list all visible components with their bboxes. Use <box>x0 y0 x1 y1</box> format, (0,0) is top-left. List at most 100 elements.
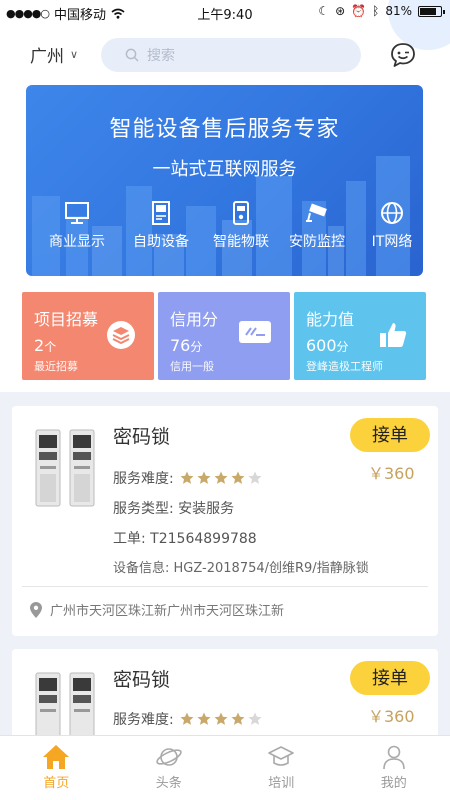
project-recruit-card[interactable]: 项目招募 2个 最近招募 <box>22 292 154 380</box>
category-label: 智能物联 <box>213 234 269 250</box>
card-value: 76分 <box>170 336 202 355</box>
orientation-lock-icon: ⊛ <box>335 4 346 18</box>
bluetooth-icon: ᛒ <box>372 4 380 18</box>
category-label: 自助设备 <box>133 234 189 250</box>
card-value: 2个 <box>34 336 56 355</box>
city-label: 广州 <box>30 47 64 67</box>
card-value-unit: 分 <box>336 340 349 354</box>
planet-icon <box>156 748 182 766</box>
divider <box>22 586 428 587</box>
order-card[interactable]: 密码锁 接单 ￥360 服务难度: <box>12 649 438 739</box>
category-commercial-display[interactable]: 商业显示 <box>44 201 110 251</box>
star-filled-icon <box>197 471 211 484</box>
difficulty-label: 服务难度: <box>113 471 174 487</box>
category-row: 商业显示 自助设备 智能物联 安防监控 IT网络 <box>26 201 423 271</box>
star-filled-icon <box>231 712 245 725</box>
city-selector[interactable]: 广州 ∨ <box>30 42 78 67</box>
tab-label: 首页 <box>43 776 70 791</box>
category-it-network[interactable]: IT网络 <box>362 201 422 251</box>
home-icon <box>43 745 70 769</box>
card-title: 项目招募 <box>34 310 99 329</box>
star-empty-icon <box>248 471 262 484</box>
difficulty-row: 服务难度: <box>113 709 262 729</box>
globe-icon <box>381 202 403 224</box>
card-subtitle: 登峰造极工程师 <box>306 360 383 373</box>
order-card[interactable]: 密码锁 接单 ￥360 服务难度: 服务类型: 安装服务 工单: T215648… <box>12 406 438 636</box>
tab-profile[interactable]: 我的 <box>338 736 450 800</box>
star-filled-icon <box>197 712 211 725</box>
bottom-tab-bar: 首页 头条 培训 我的 <box>0 735 450 800</box>
tab-home[interactable]: 首页 <box>0 736 113 800</box>
card-value-number: 2 <box>34 336 45 355</box>
battery-percent: 81% <box>385 4 412 18</box>
tab-label: 培训 <box>268 776 295 791</box>
card-value-unit: 个 <box>44 340 57 354</box>
kiosk-icon <box>152 201 170 225</box>
order-address[interactable]: 广州市天河区珠江新广州市天河区珠江新 <box>30 600 284 619</box>
category-label: 安防监控 <box>289 234 345 250</box>
star-filled-icon <box>180 712 194 725</box>
message-icon[interactable] <box>388 40 418 70</box>
battery-icon <box>418 5 445 17</box>
category-label: 商业显示 <box>49 234 105 250</box>
card-title: 能力值 <box>306 310 355 329</box>
cctv-camera-icon <box>306 203 327 222</box>
order-price: ￥360 <box>368 464 415 483</box>
search-input[interactable]: 搜索 <box>101 38 361 72</box>
star-filled-icon <box>231 471 245 484</box>
card-value-unit: 分 <box>190 340 203 354</box>
accept-order-button[interactable]: 接单 <box>350 418 430 452</box>
card-subtitle: 最近招募 <box>34 360 78 373</box>
card-value-number: 600 <box>306 336 337 355</box>
star-filled-icon <box>214 712 228 725</box>
chevron-down-icon: ∨ <box>70 48 79 61</box>
star-filled-icon <box>180 471 194 484</box>
difficulty-stars <box>180 471 262 485</box>
status-bar: ●●●●○ 中国移动 上午9:40 ☾ ⊛ ⏰ ᛒ 81% <box>0 0 450 24</box>
smart-lock-icon <box>233 201 249 225</box>
card-icon <box>239 321 271 343</box>
order-title: 密码锁 <box>113 669 171 691</box>
alarm-icon: ⏰ <box>351 4 367 18</box>
layers-icon <box>107 321 135 349</box>
order-title: 密码锁 <box>113 426 171 448</box>
thumbs-up-icon <box>380 323 407 347</box>
card-value-number: 76 <box>170 336 191 355</box>
device-info: 设备信息: HGZ-2018754/创维R9/指静脉锁 <box>113 561 369 576</box>
tab-label: 我的 <box>380 776 407 791</box>
promo-banner[interactable]: 智能设备售后服务专家 一站式互联网服务 商业显示 自助设备 智能物联 安防监控 … <box>26 85 423 276</box>
moon-icon: ☾ <box>318 4 330 18</box>
banner-title: 智能设备售后服务专家 <box>109 117 340 142</box>
address-text: 广州市天河区珠江新广州市天河区珠江新 <box>50 604 285 619</box>
category-label: IT网络 <box>371 234 413 250</box>
card-subtitle: 信用一般 <box>170 360 214 373</box>
category-smart-iot[interactable]: 智能物联 <box>206 201 276 251</box>
location-pin-icon <box>30 601 42 618</box>
category-self-service[interactable]: 自助设备 <box>126 201 196 251</box>
order-price: ￥360 <box>368 707 415 726</box>
card-value: 600分 <box>306 336 349 355</box>
tab-training[interactable]: 培训 <box>225 736 338 800</box>
search-placeholder: 搜索 <box>147 48 175 64</box>
star-empty-icon <box>248 712 262 725</box>
kiosk-machine-image <box>35 429 95 507</box>
top-area: ●●●●○ 中国移动 上午9:40 ☾ ⊛ ⏰ ᛒ 81% 广州 ∨ 搜索 智能… <box>0 0 450 392</box>
card-title: 信用分 <box>170 310 219 329</box>
service-type: 服务类型: 安装服务 <box>113 501 235 517</box>
category-security[interactable]: 安防监控 <box>282 201 352 251</box>
accept-order-button[interactable]: 接单 <box>350 661 430 695</box>
monitor-icon <box>65 202 89 224</box>
search-icon <box>125 48 139 62</box>
user-icon <box>382 745 405 770</box>
kiosk-machine-image <box>35 672 95 739</box>
graduation-cap-icon <box>268 746 295 766</box>
work-order-number: 工单: T21564899788 <box>113 531 257 547</box>
star-filled-icon <box>214 471 228 484</box>
ability-score-card[interactable]: 能力值 600分 登峰造极工程师 <box>294 292 426 380</box>
banner-subtitle: 一站式互联网服务 <box>152 159 297 180</box>
credit-score-card[interactable]: 信用分 76分 信用一般 <box>158 292 290 380</box>
status-right: ☾ ⊛ ⏰ ᛒ 81% <box>318 4 445 18</box>
battery-fill <box>420 7 437 15</box>
tab-headlines[interactable]: 头条 <box>113 736 226 800</box>
difficulty-label: 服务难度: <box>113 712 174 728</box>
